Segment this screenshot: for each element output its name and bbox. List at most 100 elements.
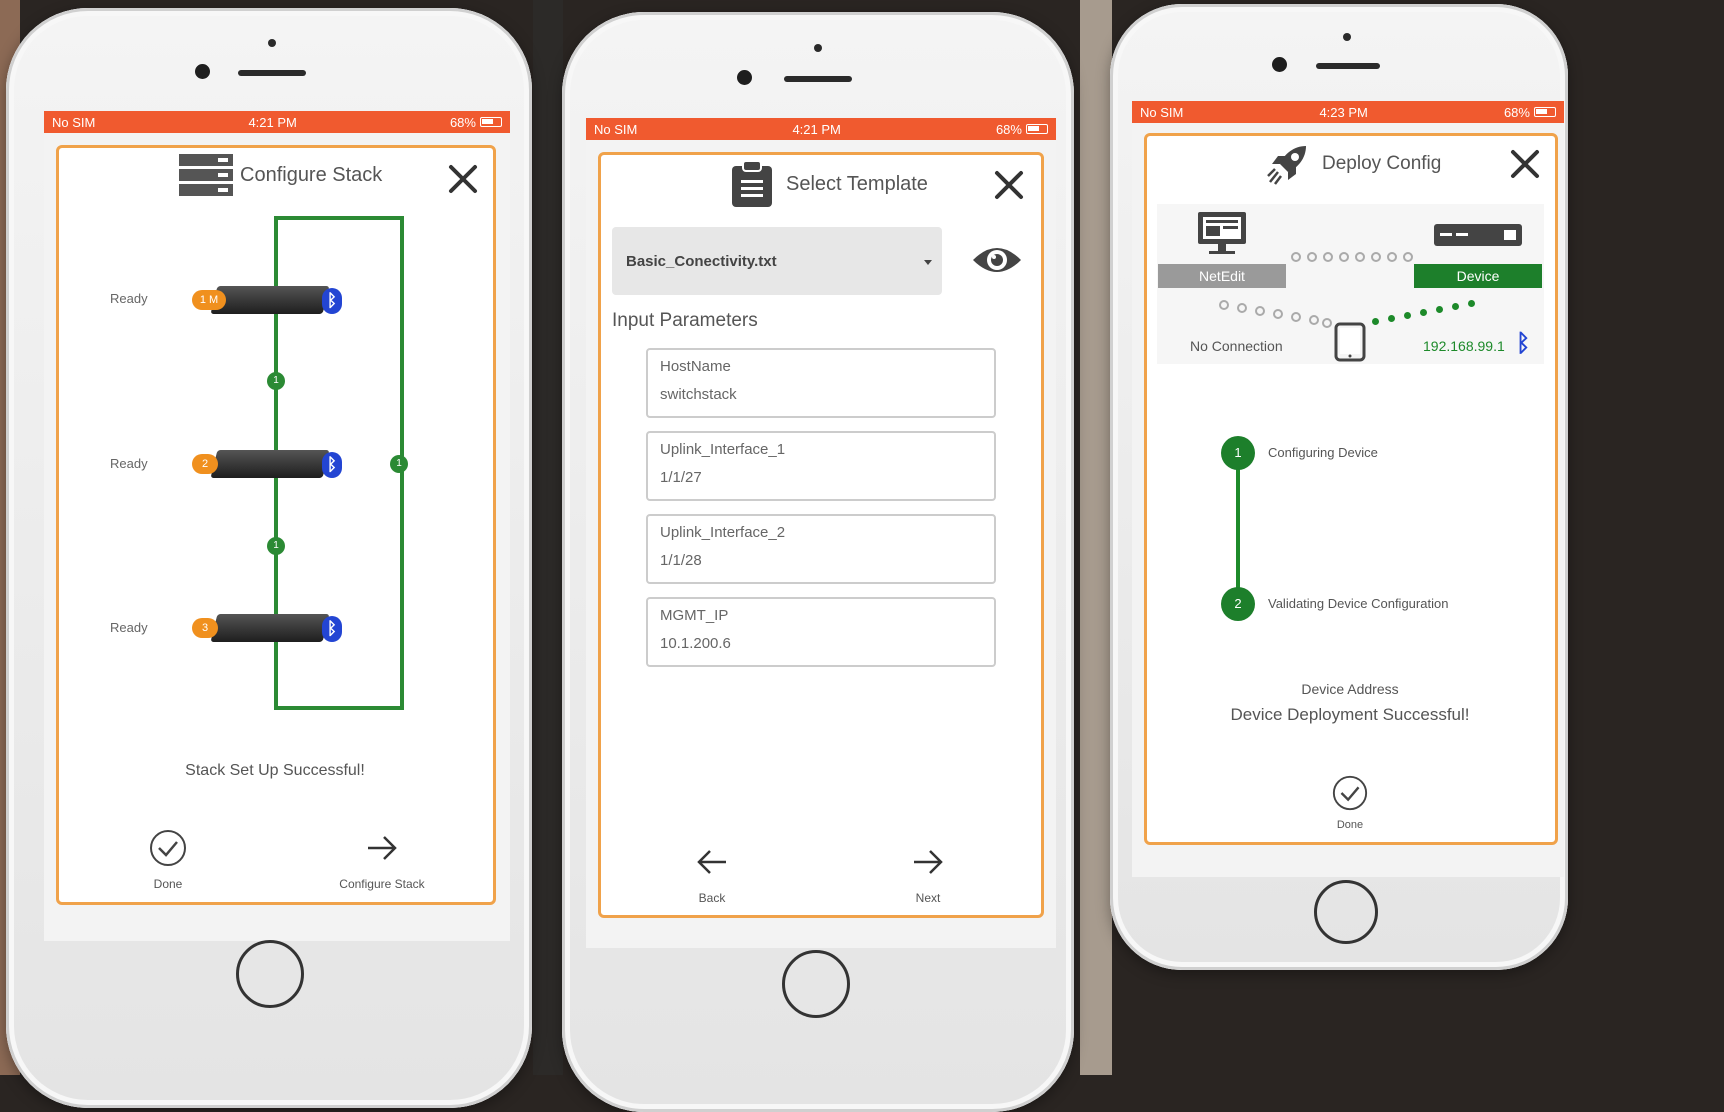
home-button[interactable]	[1314, 880, 1378, 944]
configure-stack-header: Configure Stack	[178, 152, 382, 198]
field-label: MGMT_IP	[660, 607, 729, 624]
tablet-icon	[1334, 322, 1366, 362]
switch-icon	[210, 614, 330, 642]
bluetooth-icon: ᛒ	[1516, 330, 1531, 357]
step-number: 1	[1221, 436, 1255, 470]
next-button[interactable]: Next	[888, 842, 968, 905]
rocket-icon	[1267, 146, 1306, 185]
bluetooth-icon: ᛒ	[322, 288, 342, 314]
battery-percent: 68%	[995, 121, 1022, 137]
done-button[interactable]: Done	[1310, 774, 1390, 831]
done-button[interactable]: Done	[128, 828, 208, 891]
clock: 4:23 PM	[1319, 104, 1368, 120]
preview-eye-icon[interactable]	[970, 242, 1024, 278]
switch-status: Ready	[110, 291, 148, 306]
success-message: Stack Set Up Successful!	[185, 762, 365, 779]
arrow-right-icon	[368, 836, 397, 860]
switch-device-icon	[1434, 224, 1522, 246]
earpiece-speaker	[784, 76, 852, 82]
battery-percent: 68%	[449, 114, 476, 130]
home-button[interactable]	[782, 950, 850, 1018]
field-label: Uplink_Interface_2	[660, 524, 786, 541]
check-circle-icon	[1332, 775, 1368, 811]
deploy-config-header: Deploy Config	[1266, 142, 1441, 186]
server-stack-icon	[179, 154, 233, 196]
configure-stack-label: Configure Stack	[339, 877, 425, 891]
no-connection-label: No Connection	[1190, 338, 1283, 354]
device-address-label: Device Address	[1301, 681, 1399, 697]
step-label: Configuring Device	[1268, 445, 1378, 460]
front-camera	[1272, 57, 1287, 72]
switch-status: Ready	[110, 620, 148, 635]
carrier-label: No SIM	[594, 121, 638, 137]
done-label: Done	[153, 877, 183, 891]
stack-link-node: 1	[267, 372, 285, 390]
device-ip-label: 192.168.99.1	[1423, 338, 1505, 354]
close-button[interactable]	[446, 162, 480, 196]
configure-stack-button[interactable]: Configure Stack	[332, 828, 432, 891]
member-tag: 3	[192, 618, 218, 638]
input-parameters-heading: Input Parameters	[612, 310, 758, 331]
field-value: 1/1/28	[660, 552, 702, 569]
mgmt-ip-field[interactable]: MGMT_IP 10.1.200.6	[646, 597, 996, 667]
netedit-button[interactable]: NetEdit	[1158, 264, 1286, 288]
clock: 4:21 PM	[248, 114, 297, 130]
carrier-label: No SIM	[1140, 104, 1184, 120]
back-label: Back	[698, 891, 726, 905]
page-title: Configure Stack	[240, 163, 383, 186]
done-label: Done	[1336, 819, 1364, 831]
switch-status: Ready	[110, 456, 148, 471]
stack-link-node: 1	[267, 537, 285, 555]
step-number: 2	[1221, 587, 1255, 621]
status-bar: No SIM 4:23 PM 68%	[1132, 101, 1564, 123]
proximity-sensor	[1343, 33, 1351, 41]
template-select[interactable]: Basic_Conectivity.txt	[612, 227, 942, 295]
switch-icon	[210, 286, 330, 314]
member-tag: 2	[192, 454, 218, 474]
template-select-value: Basic_Conectivity.txt	[626, 252, 777, 270]
front-camera	[195, 64, 210, 79]
earpiece-speaker	[1316, 63, 1380, 69]
hostname-field[interactable]: HostName switchstack	[646, 348, 996, 418]
status-bar: No SIM 4:21 PM 68%	[44, 111, 510, 133]
step-label: Validating Device Configuration	[1268, 596, 1449, 611]
field-value: 10.1.200.6	[660, 635, 731, 652]
battery-icon	[479, 117, 502, 127]
status-bar: No SIM 4:21 PM 68%	[586, 118, 1056, 140]
uplink-interface-2-field[interactable]: Uplink_Interface_2 1/1/28	[646, 514, 996, 584]
check-circle-icon	[150, 830, 186, 866]
switch-member-1[interactable]: 1 M ᛒ	[192, 283, 342, 317]
earpiece-speaker	[238, 70, 306, 76]
close-button[interactable]	[992, 168, 1026, 202]
switch-member-2[interactable]: 2 ᛒ	[192, 447, 342, 481]
battery-icon	[1025, 124, 1048, 134]
monitor-icon	[1198, 212, 1246, 254]
front-camera	[737, 70, 752, 85]
proximity-sensor	[814, 44, 822, 52]
battery-icon	[1533, 107, 1556, 117]
clock: 4:21 PM	[792, 121, 841, 137]
background-gap-1	[533, 0, 563, 1075]
success-message: Device Deployment Successful!	[1230, 705, 1470, 724]
switch-icon	[210, 450, 330, 478]
field-label: HostName	[660, 358, 731, 375]
arrow-right-icon	[914, 850, 943, 874]
uplink-interface-1-field[interactable]: Uplink_Interface_1 1/1/27	[646, 431, 996, 501]
arrow-left-icon	[697, 850, 726, 874]
bluetooth-icon: ᛒ	[322, 452, 342, 478]
clipboard-icon	[732, 160, 772, 207]
home-button[interactable]	[236, 940, 304, 1008]
back-button[interactable]: Back	[672, 842, 752, 905]
field-label: Uplink_Interface_1	[660, 441, 786, 458]
close-button[interactable]	[1508, 147, 1542, 181]
progress-track	[1236, 452, 1240, 604]
next-label: Next	[915, 891, 941, 905]
proximity-sensor	[268, 39, 276, 47]
page-title: Deploy Config	[1322, 153, 1442, 174]
device-button[interactable]: Device	[1414, 264, 1542, 288]
page-title: Select Template	[786, 172, 928, 195]
background-gap-2	[1080, 0, 1112, 1075]
battery-percent: 68%	[1503, 104, 1530, 120]
dropdown-caret-icon	[924, 260, 932, 265]
switch-member-3[interactable]: 3 ᛒ	[192, 611, 342, 645]
